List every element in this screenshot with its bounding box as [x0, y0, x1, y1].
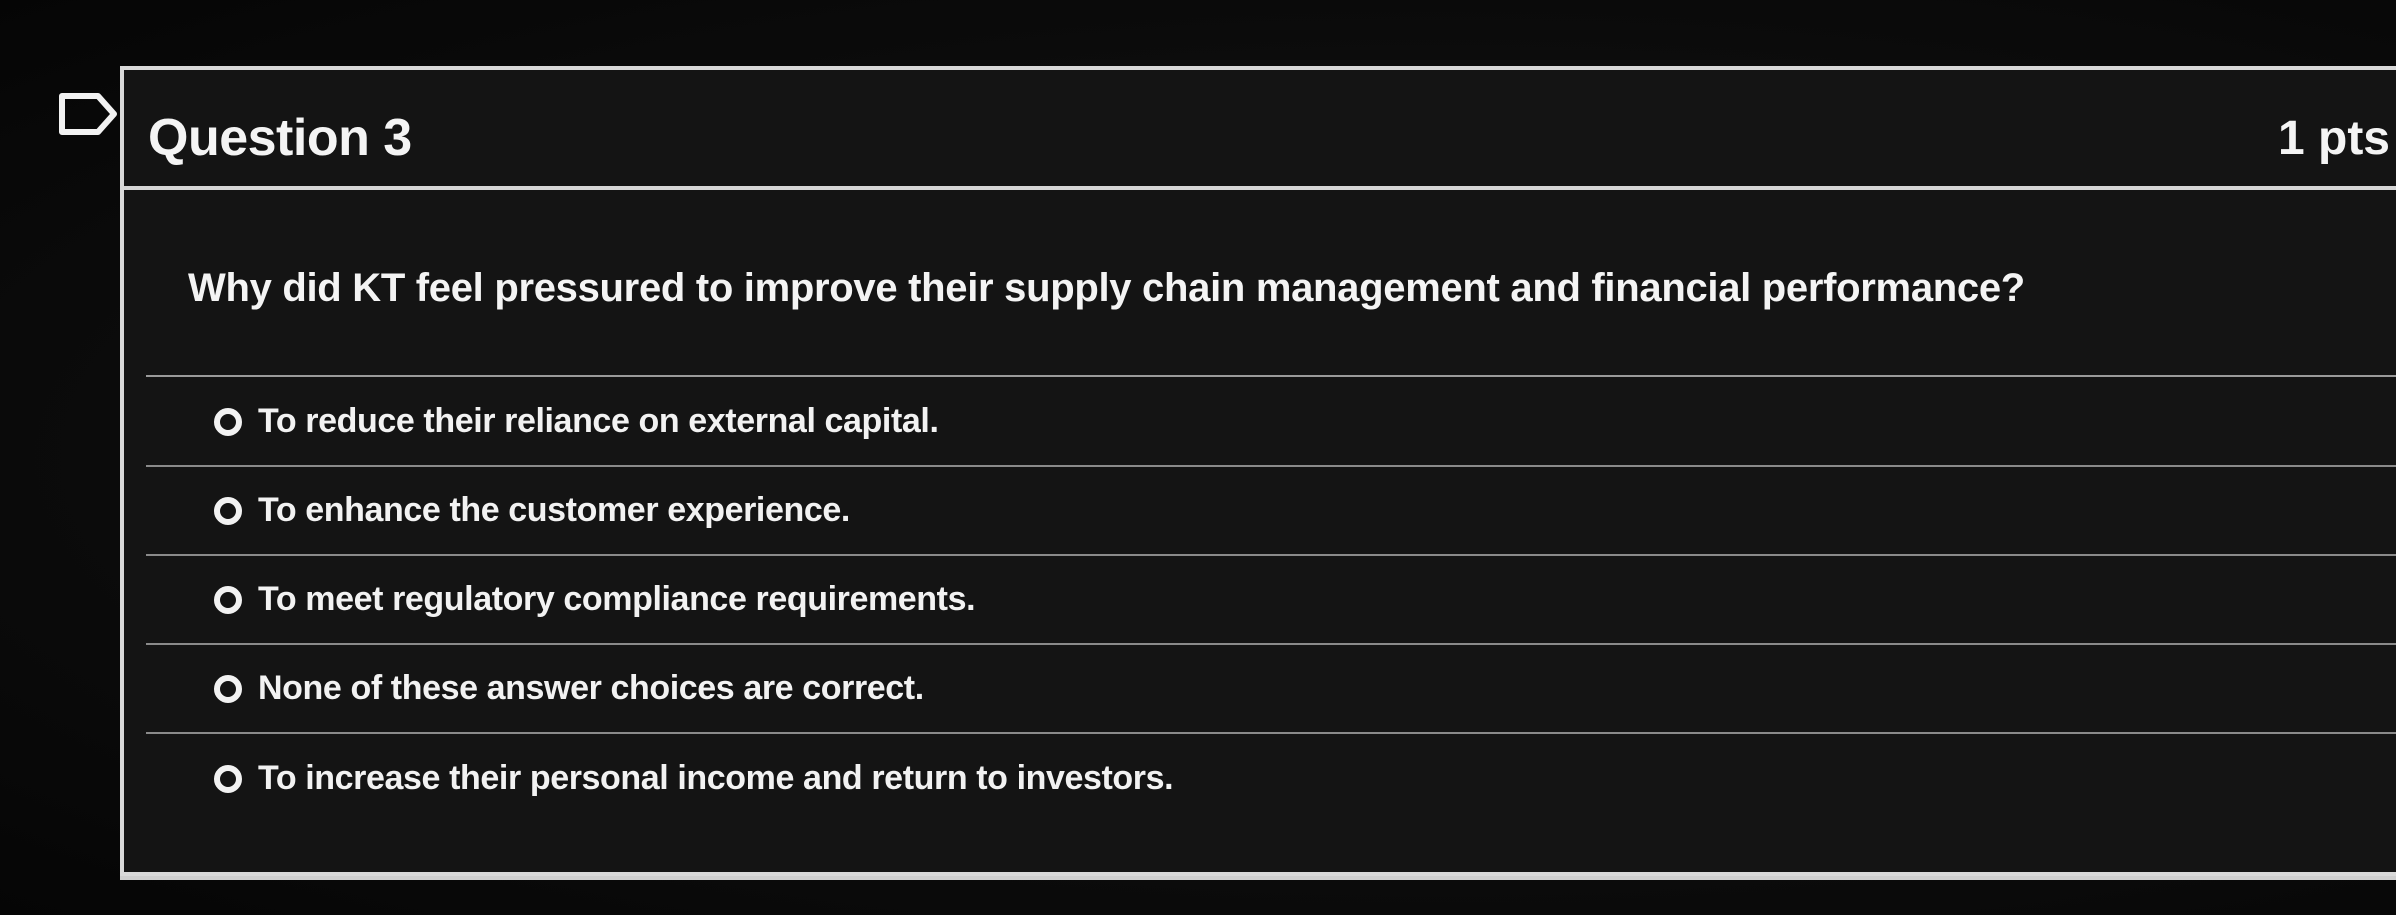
radio-unchecked-icon[interactable]: [214, 496, 242, 525]
answer-label[interactable]: To meet regulatory compliance requiremen…: [258, 580, 976, 619]
question-text: Why did KT feel pressured to improve the…: [188, 266, 2025, 310]
screen: Question 3 1 pts Why did KT feel pressur…: [0, 0, 2396, 915]
question-header: Question 3 1 pts: [148, 100, 2396, 176]
answer-list: To reduce their reliance on external cap…: [146, 378, 2396, 823]
answer-label[interactable]: To enhance the customer experience.: [258, 491, 850, 530]
answer-label[interactable]: To increase their personal income and re…: [258, 759, 1174, 798]
answer-option[interactable]: To enhance the customer experience.: [146, 467, 2396, 556]
question-card: Question 3 1 pts Why did KT feel pressur…: [120, 66, 2396, 876]
radio-unchecked-icon[interactable]: [214, 674, 242, 703]
header-divider: [124, 186, 2396, 190]
answer-option[interactable]: To reduce their reliance on external cap…: [146, 378, 2396, 467]
radio-unchecked-icon[interactable]: [214, 764, 242, 793]
card-bottom-edge: [120, 876, 2396, 880]
answer-option[interactable]: None of these answer choices are correct…: [146, 645, 2396, 734]
answer-label[interactable]: To reduce their reliance on external cap…: [258, 402, 939, 441]
answer-option[interactable]: To increase their personal income and re…: [146, 734, 2396, 823]
flag-icon[interactable]: [58, 92, 118, 136]
question-points: 1 pts: [2277, 111, 2390, 165]
question-title: Question 3: [148, 109, 412, 167]
radio-unchecked-icon[interactable]: [214, 585, 242, 614]
answer-option[interactable]: To meet regulatory compliance requiremen…: [146, 556, 2396, 645]
radio-unchecked-icon[interactable]: [214, 407, 242, 436]
answer-label[interactable]: None of these answer choices are correct…: [258, 669, 924, 708]
answers-divider: [146, 375, 2396, 377]
